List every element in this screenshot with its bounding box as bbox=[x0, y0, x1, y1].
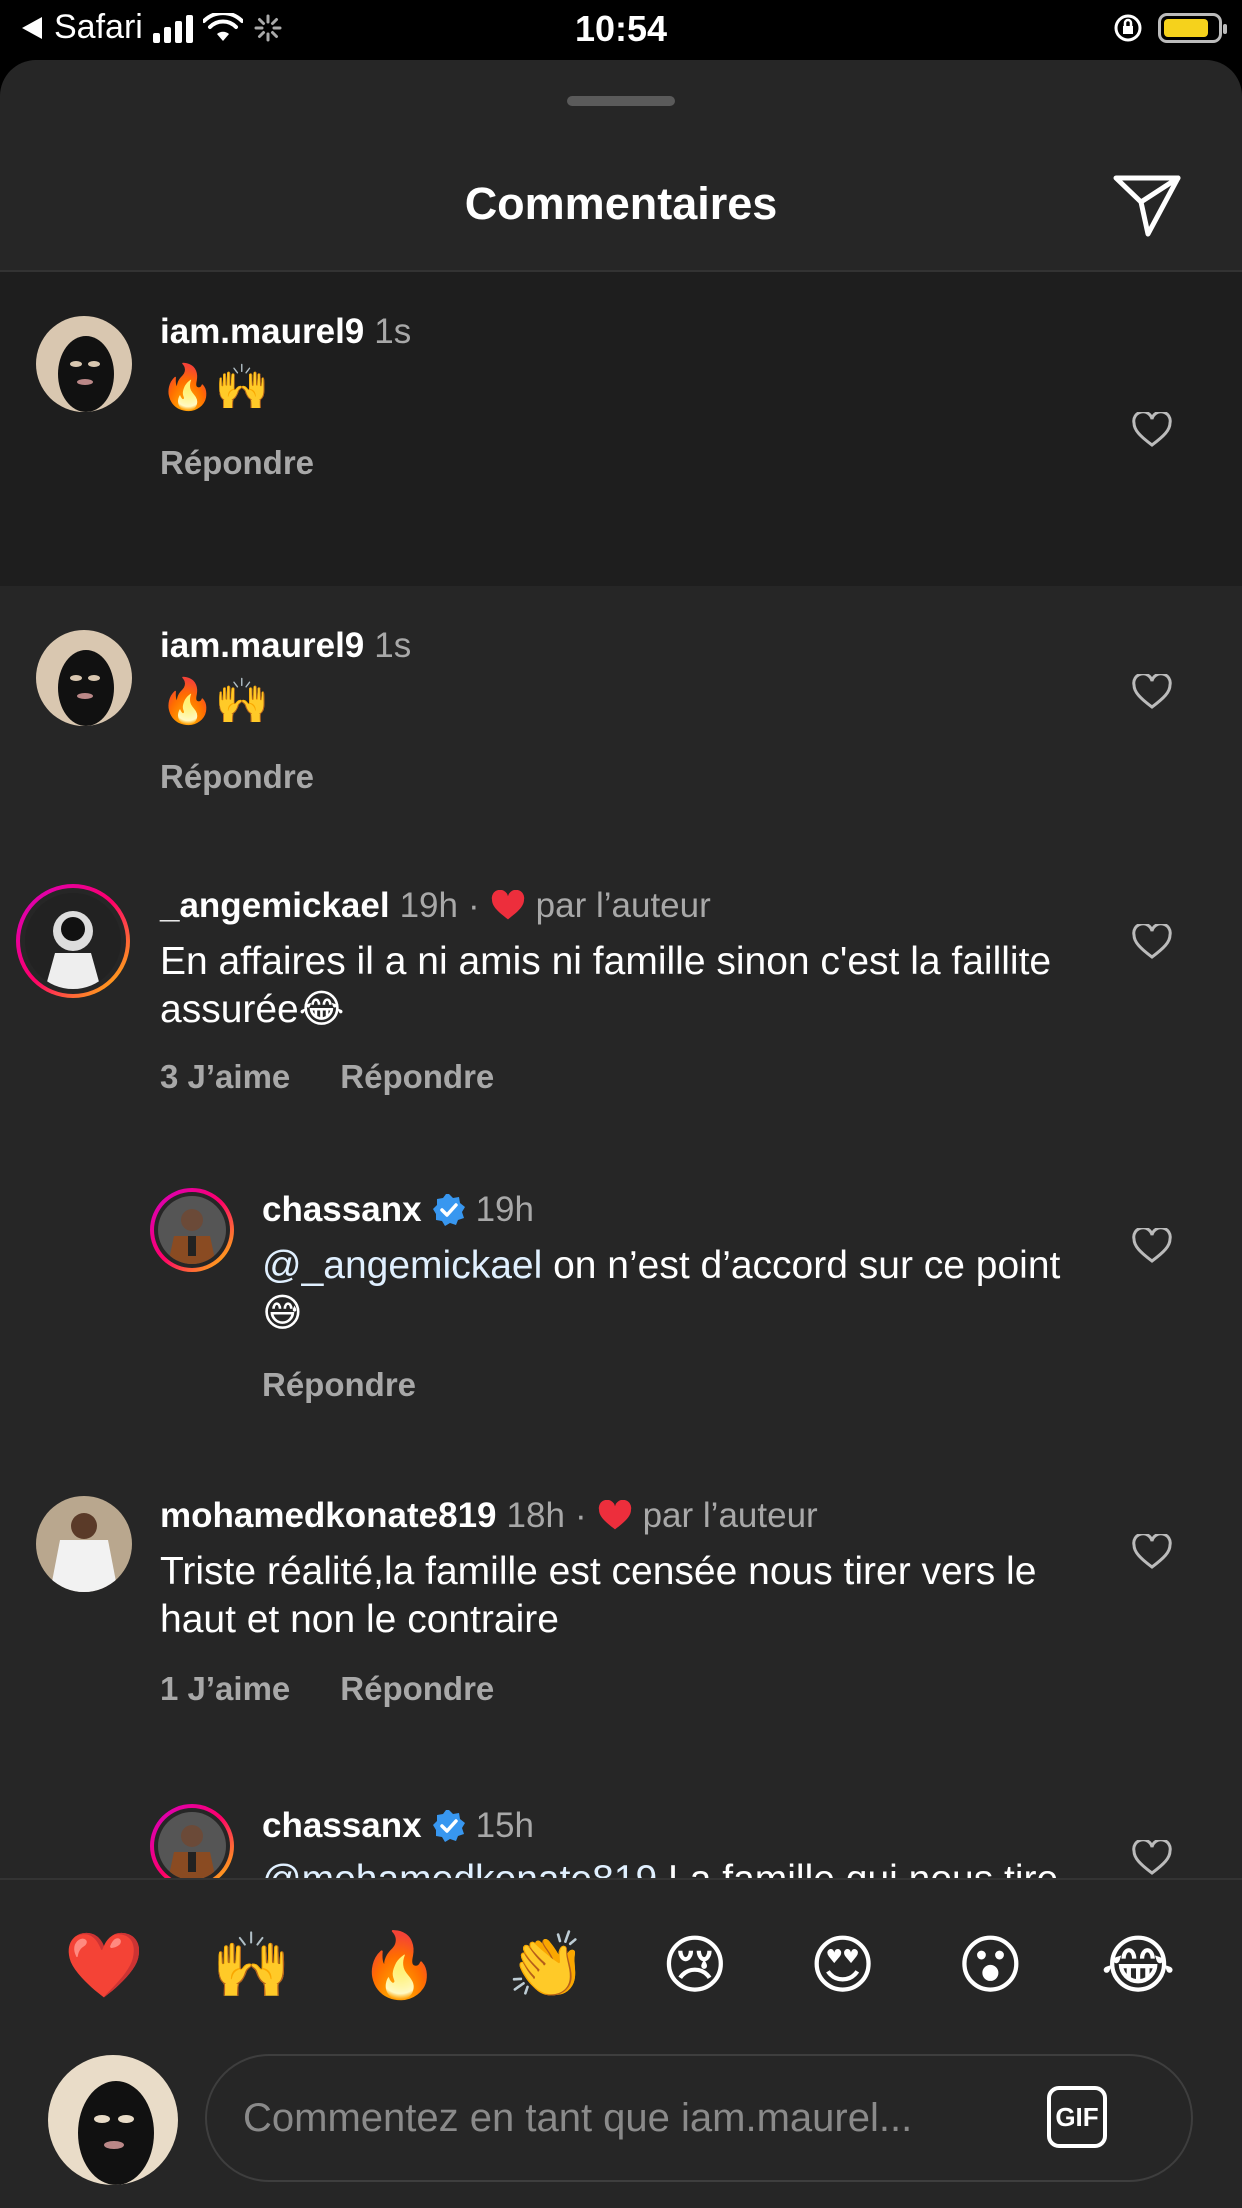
avatar[interactable] bbox=[36, 1496, 132, 1592]
reply-button[interactable]: Répondre bbox=[340, 1670, 494, 1708]
liked-by-author-label: par l’auteur bbox=[642, 1496, 818, 1535]
separator-dot: · bbox=[468, 886, 480, 925]
author-heart-icon bbox=[598, 1500, 631, 1530]
reaction-raised-hands[interactable]: 🙌 bbox=[207, 1928, 297, 2003]
like-heart-icon[interactable] bbox=[1132, 412, 1172, 448]
comment-input[interactable]: Commentez en tant que iam.maurel... GIF bbox=[205, 2054, 1193, 2182]
reply-button[interactable]: Répondre bbox=[340, 1058, 494, 1096]
like-heart-icon[interactable] bbox=[1132, 1840, 1172, 1876]
clock: 10:54 bbox=[574, 8, 668, 49]
timestamp: 1s bbox=[374, 626, 412, 665]
timestamp: 19h bbox=[475, 1190, 534, 1229]
reply-button[interactable]: Répondre bbox=[160, 758, 314, 796]
reply-button[interactable]: Répondre bbox=[262, 1366, 416, 1404]
page-title: Commentaires bbox=[464, 178, 778, 229]
separator-dot: · bbox=[574, 1496, 587, 1535]
timestamp: 1s bbox=[374, 312, 412, 351]
reaction-heart-eyes[interactable]: 😍 bbox=[798, 1928, 888, 2003]
status-bar: Safari 10:54 bbox=[0, 0, 1242, 60]
reaction-laughing[interactable]: 😂 bbox=[1093, 1928, 1183, 2003]
mention-link[interactable]: @_angemickael bbox=[262, 1244, 542, 1287]
liked-by-author-label: par l’auteur bbox=[535, 886, 711, 925]
comment-text: En affaires il a ni amis ni famille sino… bbox=[160, 940, 1052, 1031]
avatar[interactable] bbox=[36, 630, 132, 726]
like-heart-icon[interactable] bbox=[1132, 1228, 1172, 1264]
comment-row: iam.maurel9 1s 🔥🙌 Répondre bbox=[0, 272, 1242, 586]
verified-badge-icon bbox=[432, 1810, 465, 1842]
username[interactable]: chassanx bbox=[262, 1190, 422, 1230]
comment-row: _angemickael 19h · par l’auteur En affai… bbox=[0, 816, 1242, 1116]
likes-count[interactable]: 3 J’aime bbox=[160, 1058, 290, 1096]
reaction-crying[interactable]: 😢 bbox=[650, 1928, 740, 2003]
avatar[interactable] bbox=[150, 1188, 234, 1272]
like-heart-icon[interactable] bbox=[1132, 924, 1172, 960]
my-avatar bbox=[48, 2055, 178, 2185]
reply-row: chassanx 15h @mohamedkonate819 La famill… bbox=[0, 1728, 1242, 1878]
avatar[interactable] bbox=[36, 316, 132, 412]
battery-icon bbox=[1158, 13, 1227, 43]
reaction-clap[interactable]: 👏 bbox=[502, 1928, 592, 2003]
comment-placeholder: Commentez en tant que iam.maurel... bbox=[243, 2096, 913, 2140]
author-heart-icon bbox=[491, 890, 524, 920]
verified-badge-icon bbox=[432, 1194, 465, 1226]
avatar[interactable] bbox=[150, 1804, 234, 1878]
username[interactable]: _angemickael bbox=[160, 886, 390, 926]
gif-button[interactable]: GIF bbox=[1047, 2086, 1107, 2148]
reply-button[interactable]: Répondre bbox=[160, 444, 314, 482]
reaction-fire[interactable]: 🔥 bbox=[354, 1928, 444, 2003]
comment-text: 🔥🙌 bbox=[160, 677, 270, 726]
comment-text: @_angemickael on n’est d’accord sur ce p… bbox=[262, 1242, 1082, 1338]
orientation-lock-icon bbox=[1114, 14, 1142, 42]
timestamp: 18h bbox=[506, 1496, 565, 1535]
share-icon[interactable] bbox=[1112, 172, 1182, 238]
username[interactable]: iam.maurel9 bbox=[160, 312, 364, 352]
timestamp: 19h bbox=[399, 886, 458, 925]
quick-reactions: ❤️ 🙌 🔥 👏 😢 😍 😮 😂 bbox=[0, 1928, 1242, 2003]
like-heart-icon[interactable] bbox=[1132, 1534, 1172, 1570]
avatar[interactable] bbox=[16, 884, 130, 998]
like-heart-icon[interactable] bbox=[1132, 674, 1172, 710]
comment-text: 🔥🙌 bbox=[160, 363, 270, 412]
reply-row: chassanx 19h @_angemickael on n’est d’ac… bbox=[0, 1116, 1242, 1422]
comment-text: @mohamedkonate819 La famille qui nous ti… bbox=[262, 1856, 1082, 1878]
comment-row: mohamedkonate819 18h · par l’auteur Tris… bbox=[0, 1422, 1242, 1728]
reaction-surprised[interactable]: 😮 bbox=[945, 1928, 1035, 2003]
timestamp: 15h bbox=[475, 1806, 534, 1845]
username[interactable]: iam.maurel9 bbox=[160, 626, 364, 666]
sheet-grabber[interactable] bbox=[567, 96, 675, 106]
username[interactable]: chassanx bbox=[262, 1806, 422, 1846]
mention-link[interactable]: @mohamedkonate819 bbox=[262, 1858, 657, 1878]
username[interactable]: mohamedkonate819 bbox=[160, 1496, 497, 1536]
reaction-heart[interactable]: ❤️ bbox=[59, 1928, 149, 2003]
comment-text: Triste réalité,la famille est censée nou… bbox=[160, 1550, 1037, 1641]
likes-count[interactable]: 1 J’aime bbox=[160, 1670, 290, 1708]
comment-row: iam.maurel9 1s 🔥🙌 Répondre bbox=[0, 586, 1242, 816]
